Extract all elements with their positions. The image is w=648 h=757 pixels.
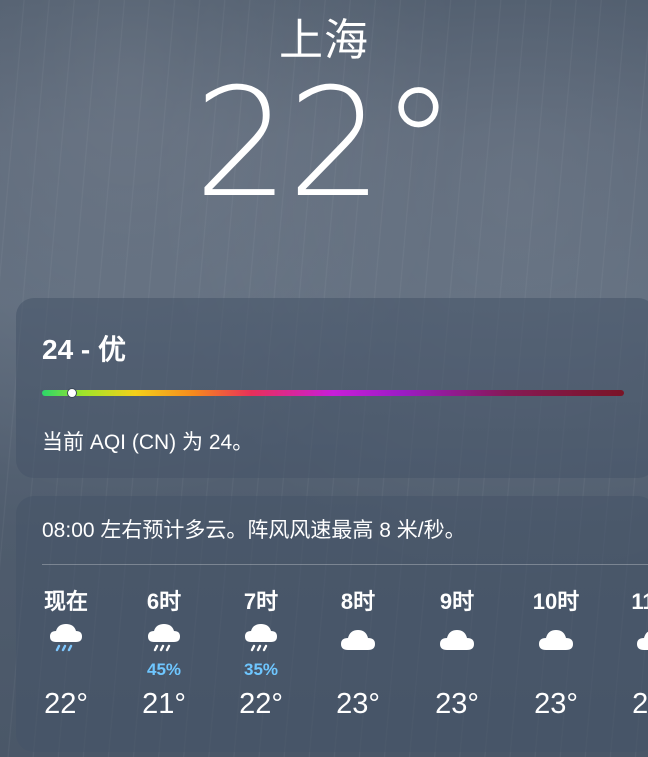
cloud-icon xyxy=(536,620,576,660)
hour-item-6: 6时 45% 21° xyxy=(114,584,214,734)
hour-item-10: 10时 23° xyxy=(506,584,606,734)
aqi-description: 当前 AQI (CN) 为 24。 xyxy=(42,431,254,454)
hour-temperature: 22° xyxy=(44,688,88,720)
aqi-indicator-dot xyxy=(67,388,78,398)
precipitation-chance: 35% xyxy=(243,660,279,679)
hour-label: 7时 xyxy=(243,589,279,614)
rain-cloud-icon xyxy=(241,620,281,660)
hour-label: 11时 xyxy=(631,589,648,614)
hour-temperature: 23° xyxy=(534,688,578,720)
hour-label: 现在 xyxy=(43,589,88,614)
cloud-icon xyxy=(437,620,477,660)
hour-temperature: 23° xyxy=(336,688,380,720)
current-temperature: 22° xyxy=(194,57,456,231)
hour-item-8: 8时 23° xyxy=(308,584,408,734)
aqi-value: 24 - 优 xyxy=(42,334,127,365)
hour-label: 8时 xyxy=(340,589,376,614)
hourly-forecast-card[interactable]: 08:00 左右预计多云。阵风风速最高 8 米/秒。 现在 22° 6时 45%… xyxy=(16,496,648,752)
hour-item-9: 9时 23° xyxy=(407,584,507,734)
hour-item-7: 7时 35% 22° xyxy=(211,584,311,734)
cloud-icon xyxy=(634,620,648,660)
aqi-scale-bar xyxy=(42,388,624,398)
divider xyxy=(42,564,648,565)
rain-cloud-icon xyxy=(46,620,86,660)
hour-temperature: 21° xyxy=(142,688,186,720)
air-quality-card[interactable]: 24 - 优 当前 AQI (CN) 为 24。 xyxy=(16,298,648,478)
precipitation-chance: 45% xyxy=(146,660,182,679)
hour-temperature: 23° xyxy=(435,688,479,720)
hour-label: 9时 xyxy=(439,589,475,614)
hour-temperature: 23° xyxy=(632,688,648,720)
hour-temperature: 22° xyxy=(239,688,283,720)
hour-item-now: 现在 22° xyxy=(16,584,116,734)
forecast-summary: 08:00 左右预计多云。阵风风速最高 8 米/秒。 xyxy=(42,519,466,542)
hour-label: 6时 xyxy=(146,589,182,614)
cloud-icon xyxy=(338,620,378,660)
rain-cloud-icon xyxy=(144,620,184,660)
hour-label: 10时 xyxy=(532,589,580,614)
hour-item-11: 11时 23° xyxy=(604,584,648,734)
